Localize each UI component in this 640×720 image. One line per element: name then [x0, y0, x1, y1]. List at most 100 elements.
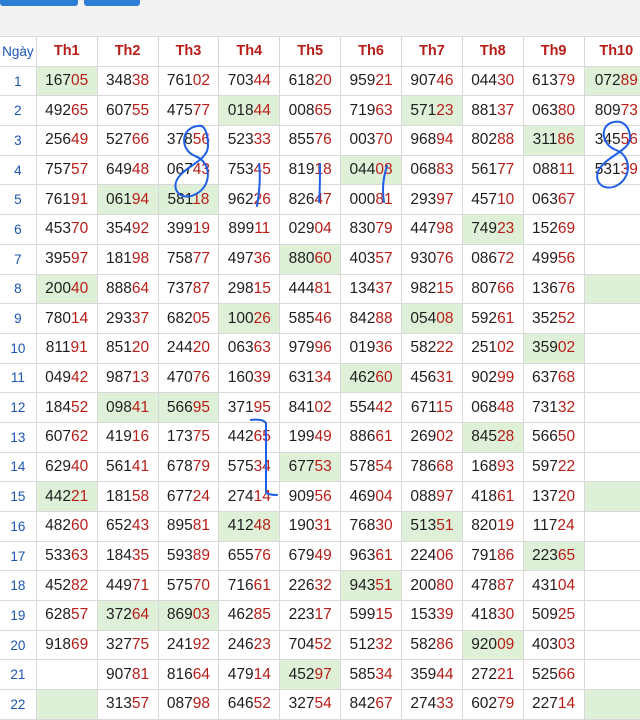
result-cell[interactable]: 61379	[522, 65, 585, 97]
result-cell[interactable]: 59915	[340, 600, 402, 631]
result-cell[interactable]	[583, 303, 640, 334]
result-cell[interactable]: 74923	[461, 214, 524, 245]
month-header[interactable]: Th6	[340, 36, 402, 67]
result-cell[interactable]: 56695	[157, 392, 220, 423]
result-cell[interactable]: 90299	[461, 362, 524, 394]
result-cell[interactable]: 06380	[522, 95, 585, 127]
result-cell[interactable]: 18452	[35, 392, 98, 423]
result-cell[interactable]: 47076	[157, 362, 220, 394]
result-cell[interactable]: 43104	[522, 570, 585, 602]
result-cell[interactable]: 71661	[218, 570, 281, 602]
result-cell[interactable]: 57123	[400, 95, 463, 127]
result-cell[interactable]: 24192	[157, 629, 220, 661]
result-cell[interactable]: 57570	[157, 570, 220, 602]
result-cell[interactable]: 32775	[96, 629, 159, 661]
result-cell[interactable]: 90956	[279, 481, 342, 512]
result-cell[interactable]: 04430	[461, 65, 524, 97]
result-cell[interactable]: 13676	[522, 273, 585, 305]
result-cell[interactable]: 49265	[35, 95, 98, 127]
result-cell[interactable]: 40303	[522, 629, 585, 661]
result-cell[interactable]: 04408	[340, 154, 402, 186]
result-cell[interactable]: 22714	[522, 689, 585, 720]
result-cell[interactable]: 67879	[157, 451, 220, 483]
result-cell[interactable]: 41861	[461, 481, 524, 512]
result-cell[interactable]: 44971	[96, 570, 159, 602]
result-cell[interactable]: 59389	[157, 540, 220, 572]
result-cell[interactable]: 01936	[340, 332, 402, 364]
result-cell[interactable]: 88864	[96, 273, 159, 305]
toolbar-button-2[interactable]	[84, 0, 140, 6]
result-cell[interactable]: 35252	[522, 303, 585, 334]
result-cell[interactable]: 35944	[400, 659, 463, 691]
result-cell[interactable]	[583, 214, 640, 245]
result-cell[interactable]: 02904	[279, 214, 342, 245]
result-cell[interactable]: 34838	[96, 65, 159, 97]
result-cell[interactable]: 40357	[340, 243, 402, 275]
result-cell[interactable]	[583, 659, 640, 691]
result-cell[interactable]: 37195	[218, 392, 281, 423]
result-cell[interactable]: 00081	[340, 184, 402, 216]
result-cell[interactable]: 25649	[35, 125, 98, 156]
result-cell[interactable]: 32754	[279, 689, 342, 720]
result-cell[interactable]: 26902	[400, 421, 463, 453]
result-cell[interactable]: 81918	[279, 154, 342, 186]
result-cell[interactable]: 84288	[340, 303, 402, 334]
result-cell[interactable]: 53363	[35, 540, 98, 572]
result-cell[interactable]	[583, 451, 640, 483]
result-cell[interactable]: 57534	[218, 451, 281, 483]
result-cell[interactable]: 58286	[400, 629, 463, 661]
result-cell[interactable]: 46260	[340, 362, 402, 394]
result-cell[interactable]: 67724	[157, 481, 220, 512]
result-cell[interactable]: 93076	[400, 243, 463, 275]
result-cell[interactable]: 45710	[461, 184, 524, 216]
result-cell[interactable]: 29337	[96, 303, 159, 334]
result-cell[interactable]: 75757	[35, 154, 98, 186]
result-cell[interactable]: 22365	[522, 540, 585, 572]
result-cell[interactable]: 01844	[218, 95, 281, 127]
result-cell[interactable]: 75877	[157, 243, 220, 275]
result-cell[interactable]: 60755	[96, 95, 159, 127]
result-cell[interactable]: 45282	[35, 570, 98, 602]
result-cell[interactable]: 06363	[218, 332, 281, 364]
result-cell[interactable]: 84102	[279, 392, 342, 423]
result-cell[interactable]: 85576	[279, 125, 342, 156]
result-cell[interactable]: 67115	[400, 392, 463, 423]
result-cell[interactable]: 63134	[279, 362, 342, 394]
result-cell[interactable]	[583, 421, 640, 453]
result-cell[interactable]: 65576	[218, 540, 281, 572]
result-cell[interactable]: 20040	[35, 273, 98, 305]
result-cell[interactable]: 07289	[583, 65, 640, 97]
result-cell[interactable]: 45297	[279, 659, 342, 691]
result-cell[interactable]: 81664	[157, 659, 220, 691]
result-cell[interactable]: 19949	[279, 421, 342, 453]
result-cell[interactable]: 71963	[340, 95, 402, 127]
result-cell[interactable]: 04942	[35, 362, 98, 394]
result-cell[interactable]: 27433	[400, 689, 463, 720]
result-cell[interactable]: 78668	[400, 451, 463, 483]
result-cell[interactable]: 46285	[218, 600, 281, 631]
result-cell[interactable]: 52566	[522, 659, 585, 691]
result-cell[interactable]: 37264	[96, 600, 159, 631]
result-cell[interactable]: 58222	[400, 332, 463, 364]
result-cell[interactable]: 88060	[279, 243, 342, 275]
result-cell[interactable]: 08897	[400, 481, 463, 512]
result-cell[interactable]: 88137	[461, 95, 524, 127]
month-header[interactable]: Th5	[279, 36, 342, 67]
result-cell[interactable]: 73132	[522, 392, 585, 423]
result-cell[interactable]: 44221	[35, 481, 98, 512]
result-cell[interactable]: 56177	[461, 154, 524, 186]
result-cell[interactable]: 39919	[157, 214, 220, 245]
result-cell[interactable]: 76191	[35, 184, 98, 216]
result-cell[interactable]: 97996	[279, 332, 342, 364]
result-cell[interactable]: 98215	[400, 273, 463, 305]
result-cell[interactable]: 27414	[218, 481, 281, 512]
result-cell[interactable]: 94351	[340, 570, 402, 602]
result-cell[interactable]: 90781	[96, 659, 159, 691]
result-cell[interactable]: 68205	[157, 303, 220, 334]
result-cell[interactable]: 62940	[35, 451, 98, 483]
result-cell[interactable]: 06194	[96, 184, 159, 216]
result-cell[interactable]	[583, 392, 640, 423]
result-cell[interactable]: 89911	[218, 214, 281, 245]
result-cell[interactable]: 10026	[218, 303, 281, 334]
result-cell[interactable]: 47887	[461, 570, 524, 602]
